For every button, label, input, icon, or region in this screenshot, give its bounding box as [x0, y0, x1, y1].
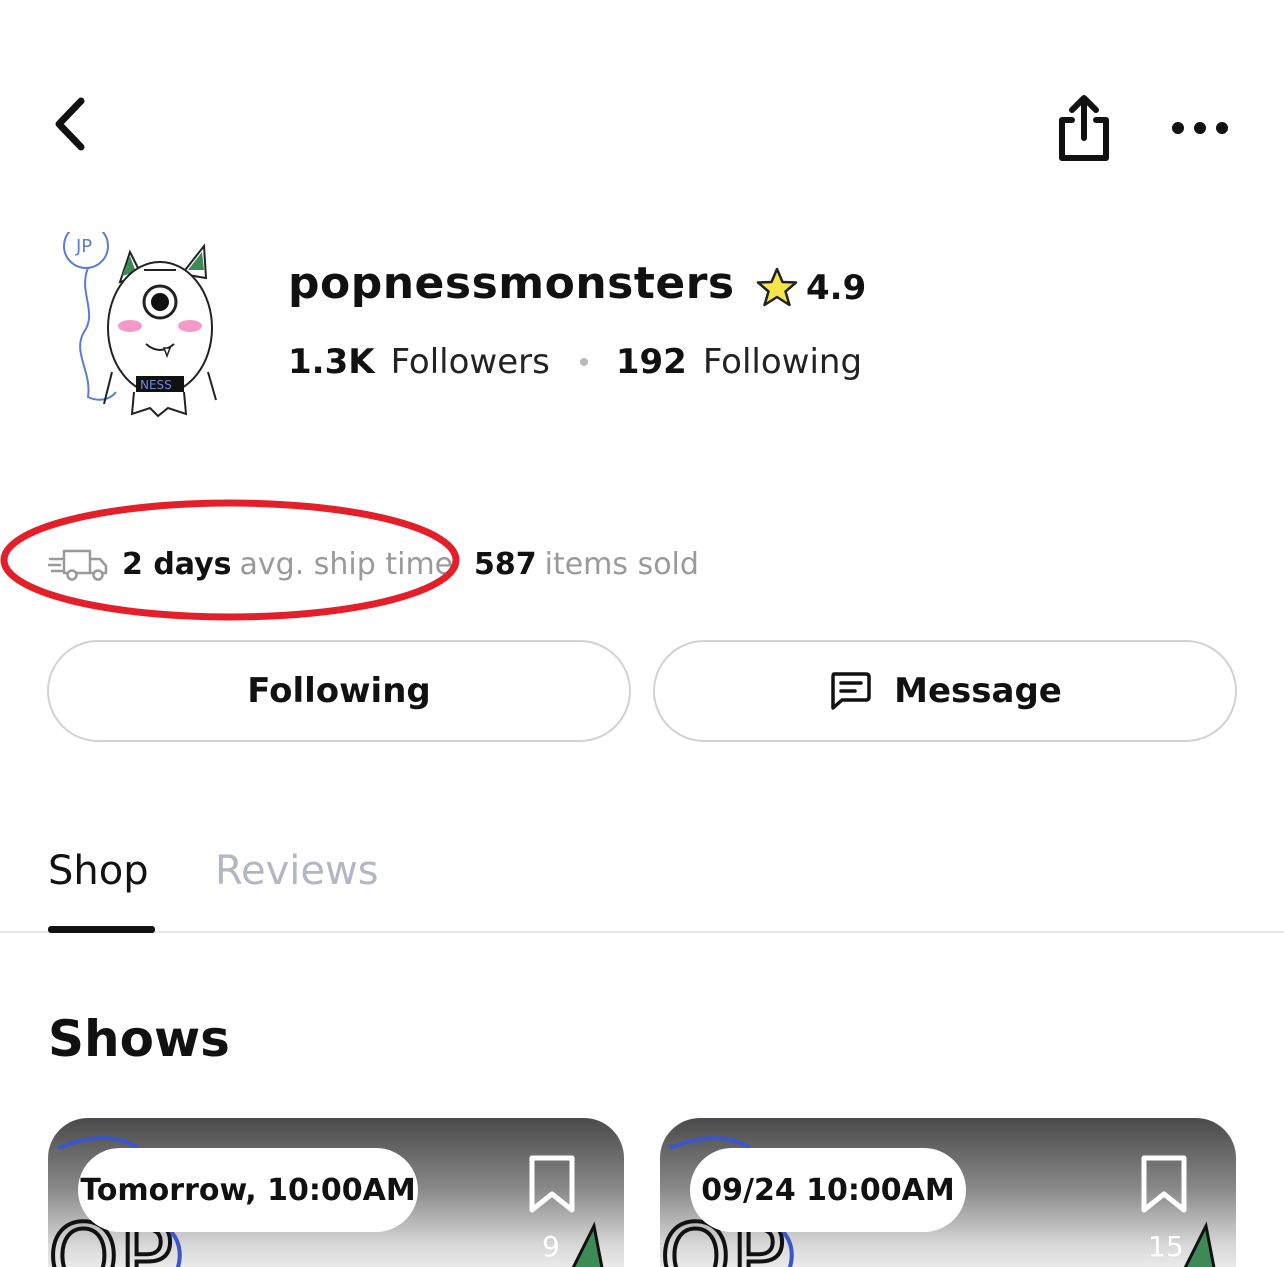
bookmark-icon[interactable]	[524, 1152, 580, 1216]
truck-icon	[48, 549, 108, 581]
tab-reviews[interactable]: Reviews	[215, 848, 379, 894]
message-button-label: Message	[894, 671, 1062, 711]
following-button[interactable]: Following	[47, 640, 631, 742]
followers-count: 1.3K	[288, 342, 375, 382]
avatar-badge-text: NESS	[140, 378, 172, 392]
bookmark-icon[interactable]	[1136, 1152, 1192, 1216]
items-sold-stat: 587 items sold	[474, 540, 699, 588]
ship-time-label: avg. ship time	[239, 546, 454, 582]
shows-section-title: Shows	[48, 1010, 230, 1068]
followers-link[interactable]: 1.3K Followers	[288, 342, 550, 382]
tab-divider	[0, 931, 1284, 933]
followers-label: Followers	[390, 342, 550, 382]
show-card[interactable]: OP Tomorrow, 10:00AM 9	[48, 1118, 624, 1267]
share-button[interactable]	[1052, 92, 1116, 164]
monster-avatar-image: JP NESS	[63, 223, 217, 418]
following-button-label: Following	[247, 671, 431, 711]
svg-text:JP: JP	[75, 236, 92, 257]
avatar[interactable]: JP NESS	[58, 223, 238, 422]
bookmark-count: 15	[1148, 1230, 1184, 1263]
following-label: Following	[702, 342, 863, 382]
show-card[interactable]: OP 09/24 10:00AM 15	[660, 1118, 1236, 1267]
items-sold-label: items sold	[544, 546, 699, 582]
following-count: 192	[615, 342, 687, 382]
active-tab-indicator	[48, 926, 155, 933]
rating-value: 4.9	[806, 268, 867, 308]
username: popnessmonsters	[288, 258, 735, 309]
seller-rating[interactable]: 4.9	[754, 264, 866, 312]
ship-time-value: 2 days	[122, 546, 232, 582]
message-icon	[831, 672, 871, 710]
show-time-badge: Tomorrow, 10:00AM	[78, 1148, 418, 1232]
show-time-badge: 09/24 10:00AM	[690, 1148, 966, 1232]
share-icon	[1059, 95, 1109, 161]
separator-dot	[579, 358, 588, 366]
back-button[interactable]	[44, 95, 94, 153]
message-button[interactable]: Message	[653, 640, 1237, 742]
back-chevron-icon	[55, 97, 85, 151]
ship-time-stat: 2 days avg. ship time	[48, 540, 453, 588]
star-icon	[756, 267, 798, 307]
following-link[interactable]: 192 Following	[616, 342, 862, 382]
more-options-button[interactable]	[1164, 110, 1236, 146]
more-icon	[1172, 122, 1228, 134]
tab-shop[interactable]: Shop	[48, 848, 149, 894]
bookmark-count: 9	[542, 1230, 560, 1263]
follow-stats: 1.3K Followers 192 Following	[288, 338, 862, 386]
items-sold-value: 587	[474, 546, 537, 582]
